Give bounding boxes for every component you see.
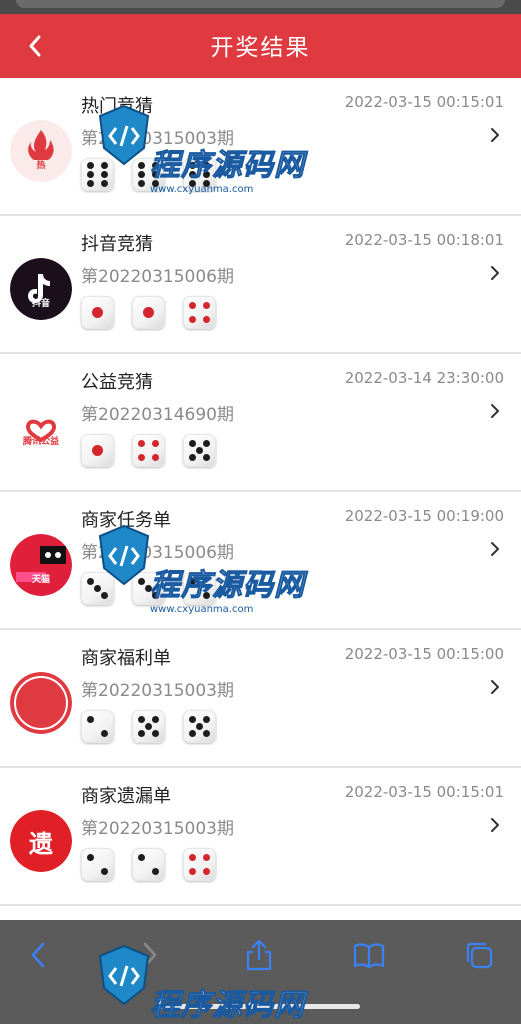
period-number: 第20220315006期 [81, 543, 234, 563]
period-number: 第20220315003期 [81, 819, 234, 839]
game-name: 热门竞猜 [81, 96, 153, 117]
dice-result [81, 848, 216, 881]
dice-result [81, 434, 216, 467]
chevron-right-icon[interactable] [489, 126, 501, 144]
die-5 [132, 710, 165, 743]
logo-text: 天猫 [31, 575, 50, 585]
draw-time: 2022-03-15 00:15:00 [344, 645, 504, 663]
result-row[interactable]: 天猫 商家任务单 第20220315006期 2022-03-15 00:19:… [0, 492, 521, 630]
period-number: 第20220314690期 [81, 405, 234, 425]
period-number: 第20220315003期 [81, 129, 234, 149]
draw-time: 2022-03-14 23:30:00 [344, 369, 504, 387]
die-1 [81, 434, 114, 467]
chevron-right-icon[interactable] [489, 816, 501, 834]
tabs-icon[interactable] [462, 938, 496, 972]
game-logo: 热 [10, 120, 72, 182]
game-logo: 遗 [10, 810, 72, 872]
game-name: 公益竞猜 [81, 372, 153, 393]
game-logo: 腾讯公益 [10, 396, 72, 458]
dice-result [81, 710, 216, 743]
die-2 [81, 710, 114, 743]
die-2 [132, 848, 165, 881]
die-6 [183, 158, 216, 191]
home-indicator [160, 1004, 360, 1009]
draw-time: 2022-03-15 00:19:00 [344, 507, 504, 525]
logo-text: 商 [29, 692, 53, 720]
dice-result [81, 296, 216, 329]
game-logo: 抖音 [10, 258, 72, 320]
die-5 [183, 434, 216, 467]
logo-text: 腾讯公益 [22, 437, 59, 447]
header: 开奖结果 [0, 14, 521, 78]
share-icon[interactable] [242, 938, 276, 972]
period-number: 第20220315006期 [81, 267, 234, 287]
chevron-right-icon[interactable] [489, 402, 501, 420]
result-row[interactable]: 商 商家福利单 第20220315003期 2022-03-15 00:15:0… [0, 630, 521, 768]
game-name: 商家任务单 [81, 510, 171, 531]
game-name: 商家福利单 [81, 648, 171, 669]
die-3 [132, 572, 165, 605]
bookmarks-icon[interactable] [352, 938, 386, 972]
die-2 [81, 848, 114, 881]
chevron-right-icon[interactable] [489, 678, 501, 696]
result-row[interactable]: 热 热门竞猜 第20220315003期 2022-03-15 00:15:01 [0, 78, 521, 216]
die-3 [81, 572, 114, 605]
die-1 [81, 296, 114, 329]
draw-time: 2022-03-15 00:18:01 [344, 231, 504, 249]
back-icon[interactable] [22, 938, 56, 972]
period-number: 第20220315003期 [81, 681, 234, 701]
page-title: 开奖结果 [210, 35, 311, 61]
die-6 [132, 158, 165, 191]
game-logo: 商 [10, 672, 72, 734]
result-row[interactable]: 遗 商家遗漏单 第20220315003期 2022-03-15 00:15:0… [0, 768, 521, 906]
game-logo: 天猫 [10, 534, 72, 596]
draw-time: 2022-03-15 00:15:01 [344, 93, 504, 111]
die-1 [132, 296, 165, 329]
die-4 [183, 848, 216, 881]
result-row[interactable]: 腾讯公益 公益竞猜 第20220314690期 2022-03-14 23:30… [0, 354, 521, 492]
status-bar [0, 0, 521, 14]
logo-text: 抖音 [31, 299, 50, 309]
logo-text: 热 [36, 161, 46, 171]
status-bar-notch [16, 0, 505, 8]
game-name: 抖音竞猜 [81, 234, 153, 255]
forward-icon[interactable] [132, 938, 166, 972]
result-list: 热 热门竞猜 第20220315003期 2022-03-15 00:15:01… [0, 78, 521, 926]
result-row[interactable]: 抖音 抖音竞猜 第20220315006期 2022-03-15 00:18:0… [0, 216, 521, 354]
chevron-right-icon[interactable] [489, 540, 501, 558]
chevron-right-icon[interactable] [489, 264, 501, 282]
die-6 [81, 158, 114, 191]
dice-result [81, 158, 216, 191]
die-2 [183, 572, 216, 605]
draw-time: 2022-03-15 00:15:01 [344, 783, 504, 801]
die-5 [183, 710, 216, 743]
die-4 [132, 434, 165, 467]
dice-result [81, 572, 216, 605]
game-name: 商家遗漏单 [81, 786, 171, 807]
die-4 [183, 296, 216, 329]
logo-text: 遗 [29, 830, 53, 858]
